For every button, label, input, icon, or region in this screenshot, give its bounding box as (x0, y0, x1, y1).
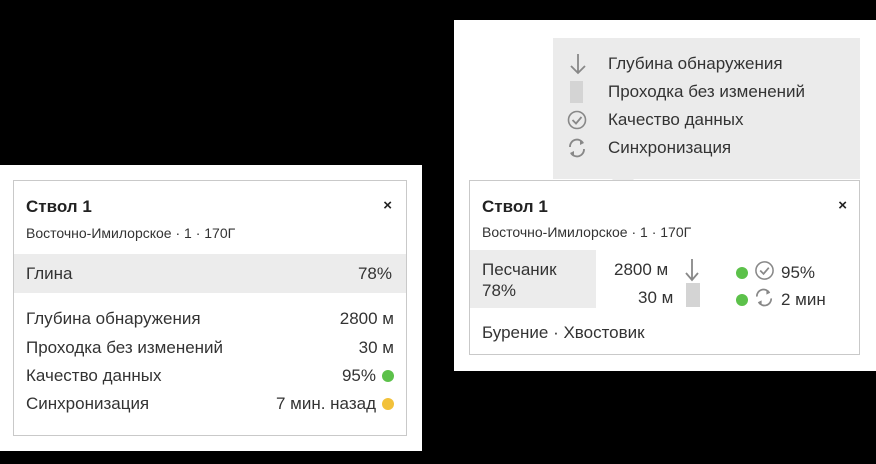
lithology-band: Глина 78% (14, 254, 406, 293)
row-value: 95% (341, 366, 376, 385)
close-button[interactable]: × (838, 197, 847, 214)
check-circle-icon (567, 108, 589, 132)
sync-icon (754, 287, 775, 313)
legend-label: Глубина обнаружения (608, 54, 783, 73)
arrow-down-icon (567, 52, 589, 76)
status-dot-green (382, 370, 394, 382)
row-value: 7 мин. назад (275, 394, 376, 413)
well-card-compact: Ствол 1 × Восточно-Имилорское · 1 · 170Г… (469, 180, 860, 355)
lithology-name: Песчаник (482, 260, 557, 279)
legend-tooltip: Глубина обнаружения Проходка без изменен… (553, 38, 860, 179)
status-dot-yellow (382, 398, 394, 410)
gray-bar-icon (567, 80, 589, 104)
status-dot-green (736, 267, 748, 279)
legend-label: Качество данных (608, 110, 744, 129)
card-footer: Бурение · Хвостовик (482, 323, 645, 342)
row-value: 30 м (358, 338, 394, 357)
card-subtitle: Восточно-Имилорское · 1 · 170Г (482, 224, 692, 240)
row-data-quality: Качество данных 95% (26, 366, 394, 390)
card-title: Ствол 1 (482, 197, 548, 216)
quality-stat: 95% (736, 260, 815, 286)
legend-label: Синхронизация (608, 138, 732, 157)
lithology-value: 78% (482, 281, 517, 300)
quality-value: 95% (781, 263, 816, 282)
sync-stat: 2 мин (736, 287, 826, 313)
right-panel: Глубина обнаружения Проходка без изменен… (454, 20, 876, 371)
row-sync: Синхронизация 7 мин. назад (26, 394, 394, 418)
run-bar (686, 283, 700, 307)
card-title: Ствол 1 (26, 197, 92, 216)
row-label: Глубина обнаружения (26, 309, 201, 328)
card-subtitle: Восточно-Имилорское · 1 · 170Г (26, 225, 236, 241)
row-value: 2800 м (339, 309, 394, 328)
sync-icon (567, 136, 589, 160)
row-detection-depth: Глубина обнаружения 2800 м (26, 309, 394, 333)
well-card-detailed: Ствол 1 × Восточно-Имилорское · 1 · 170Г… (13, 180, 407, 436)
legend-label: Проходка без изменений (608, 82, 806, 101)
row-label: Синхронизация (26, 394, 150, 413)
check-circle-icon (754, 260, 775, 286)
row-label: Качество данных (26, 366, 162, 385)
status-dot-green (736, 294, 748, 306)
close-button[interactable]: × (383, 197, 392, 214)
depth-value: 2800 м (614, 260, 669, 279)
row-run-without-change: Проходка без изменений 30 м (26, 338, 394, 362)
row-label: Проходка без изменений (26, 338, 224, 357)
lithology-name: Глина (26, 264, 73, 283)
lithology-value: 78% (357, 264, 392, 283)
run-value: 30 м (638, 288, 674, 307)
left-panel: Ствол 1 × Восточно-Имилорское · 1 · 170Г… (0, 165, 422, 451)
lithology-block: Песчаник 78% (470, 250, 596, 308)
sync-value: 2 мин (781, 290, 826, 309)
